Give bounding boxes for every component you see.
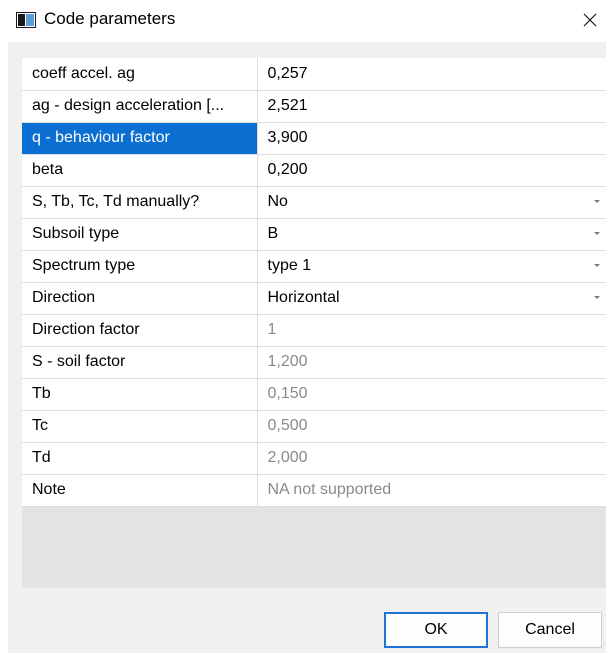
property-name[interactable]: Direction <box>22 282 258 315</box>
chevron-down-icon[interactable] <box>594 295 600 299</box>
property-value-dropdown[interactable]: Horizontal <box>257 282 606 315</box>
property-name[interactable]: Spectrum type <box>22 250 258 283</box>
property-name[interactable]: Note <box>22 474 258 507</box>
property-row[interactable]: S - soil factor 1,200 <box>22 346 606 379</box>
property-value-text: 0,500 <box>267 417 308 434</box>
property-row[interactable]: ag - design acceleration [... 2,521 <box>22 90 606 123</box>
property-row[interactable]: Direction Horizontal <box>22 282 606 315</box>
property-row[interactable]: q - behaviour factor 3,900 <box>22 122 606 155</box>
code-parameters-dialog: Code parameters coeff accel. ag 0,257 ag -… <box>0 0 606 653</box>
property-value: 0,150 <box>257 378 606 411</box>
property-value-text: NA not supported <box>267 481 392 498</box>
property-row[interactable]: Direction factor 1 <box>22 314 606 347</box>
property-value-text: 2,521 <box>267 97 308 114</box>
property-row[interactable]: Note NA not supported <box>22 474 606 507</box>
property-row[interactable]: Spectrum type type 1 <box>22 250 606 283</box>
title-bar: Code parameters <box>0 0 606 42</box>
property-value-text: 2,000 <box>267 449 308 466</box>
ok-button[interactable]: OK <box>384 612 488 648</box>
property-value-dropdown[interactable]: B <box>257 218 606 251</box>
property-value-text: Horizontal <box>267 289 340 306</box>
property-value-text: 1 <box>267 321 277 338</box>
property-value[interactable]: 2,521 <box>257 90 606 123</box>
property-value: NA not supported <box>257 474 606 507</box>
property-name[interactable]: Td <box>22 442 258 475</box>
property-value[interactable]: 0,257 <box>257 58 606 91</box>
property-name[interactable]: Tb <box>22 378 258 411</box>
property-grid-table: coeff accel. ag 0,257 ag - design accelera… <box>22 58 606 507</box>
property-name[interactable]: ag - design acceleration [... <box>22 90 258 123</box>
property-value: 1,200 <box>257 346 606 379</box>
property-value[interactable]: 0,200 <box>257 154 606 187</box>
property-name[interactable]: Tc <box>22 410 258 443</box>
close-icon[interactable] <box>578 8 602 32</box>
chevron-down-icon[interactable] <box>594 231 600 235</box>
cancel-button[interactable]: Cancel <box>498 612 602 648</box>
property-row[interactable]: beta 0,200 <box>22 154 606 187</box>
property-name[interactable]: beta <box>22 154 258 187</box>
property-row[interactable]: Tb 0,150 <box>22 378 606 411</box>
property-value-text: No <box>267 193 288 210</box>
property-value-text: type 1 <box>267 257 312 274</box>
property-value-text: B <box>267 225 279 242</box>
property-name[interactable]: Direction factor <box>22 314 258 347</box>
property-row[interactable]: Subsoil type B <box>22 218 606 251</box>
window-app-icon <box>16 12 36 28</box>
property-name[interactable]: Subsoil type <box>22 218 258 251</box>
property-name[interactable]: coeff accel. ag <box>22 58 258 91</box>
property-value: 0,500 <box>257 410 606 443</box>
property-value-text: 0,200 <box>267 161 308 178</box>
property-row[interactable]: S, Tb, Tc, Td manually? No <box>22 186 606 219</box>
property-grid: coeff accel. ag 0,257 ag - design accelera… <box>22 58 606 588</box>
property-value: 2,000 <box>257 442 606 475</box>
property-name[interactable]: S, Tb, Tc, Td manually? <box>22 186 258 219</box>
property-name[interactable]: S - soil factor <box>22 346 258 379</box>
property-value-dropdown[interactable]: type 1 <box>257 250 606 283</box>
property-value-text: 0,257 <box>267 64 308 82</box>
property-value-text: 3,900 <box>267 129 308 146</box>
property-value[interactable]: 3,900 <box>257 122 606 155</box>
property-row[interactable]: Tc 0,500 <box>22 410 606 443</box>
chevron-down-icon[interactable] <box>594 263 600 267</box>
property-name[interactable]: q - behaviour factor <box>22 122 258 155</box>
chevron-down-icon[interactable] <box>594 199 600 203</box>
property-row[interactable]: Td 2,000 <box>22 442 606 475</box>
dialog-title: Code parameters <box>44 9 176 28</box>
property-row[interactable]: coeff accel. ag 0,257 <box>22 58 606 91</box>
property-value-dropdown[interactable]: No <box>257 186 606 219</box>
property-value-text: 1,200 <box>267 353 308 370</box>
property-value: 1 <box>257 314 606 347</box>
dialog-body: coeff accel. ag 0,257 ag - design accelera… <box>8 42 606 653</box>
property-value-text: 0,150 <box>267 385 308 402</box>
